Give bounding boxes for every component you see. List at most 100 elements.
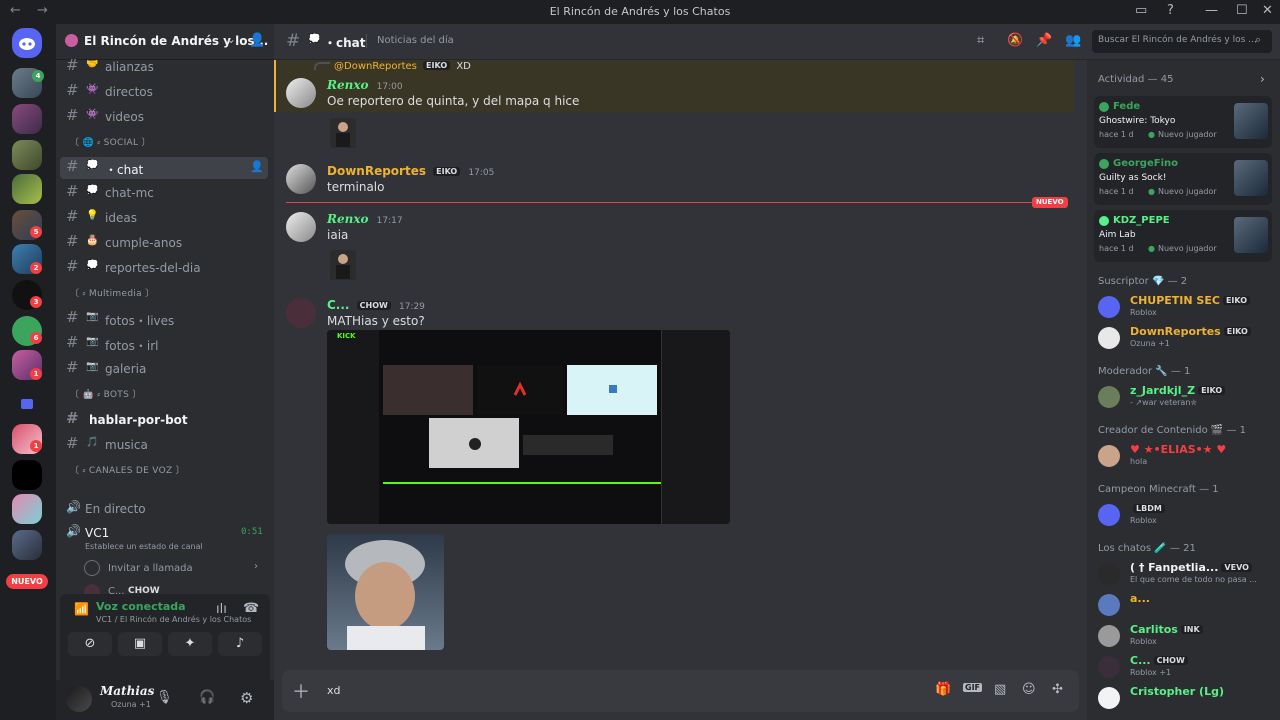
voice-channel-en-directo[interactable]: 🔊 En directo [66, 500, 266, 520]
activities-button[interactable]: ✦ [168, 632, 212, 656]
noise-suppression-icon[interactable]: ılı [216, 602, 227, 617]
member-item[interactable]: Cristopher (Lg) [1098, 683, 1276, 717]
maximize-button[interactable]: ☐ [1236, 3, 1248, 18]
member-item[interactable]: DownReportes EIKO Ozuna +1 [1098, 323, 1276, 357]
help-icon[interactable]: ? [1167, 3, 1174, 18]
activity-card[interactable]: GeorgeFino Guilty as Sock! hace 1 d ● Nuevo … [1094, 153, 1272, 205]
chevron-right-icon[interactable]: › [1260, 72, 1265, 86]
disconnect-icon[interactable]: ☎ [243, 601, 259, 616]
minimize-button[interactable]: — [1205, 3, 1218, 18]
member-list-icon[interactable]: 👥 [1065, 33, 1081, 48]
pin-icon[interactable]: 📌 [1036, 33, 1052, 48]
member-item[interactable]: CHUPETIN SEC EIKO Roblox [1098, 292, 1276, 326]
server-icon[interactable] [12, 460, 42, 490]
reply-preview[interactable]: @DownReportes EIKO XD [334, 61, 471, 72]
member-item[interactable]: a... [1098, 590, 1276, 624]
soundboard-button[interactable]: ♪ [218, 632, 262, 656]
apps-icon[interactable]: ✣ [1052, 682, 1063, 697]
server-icon[interactable] [12, 494, 42, 524]
folder-icon[interactable] [12, 390, 42, 420]
member-item[interactable]: Carlitos INK Roblox [1098, 621, 1276, 655]
server-header[interactable]: El Rincón de Andrés y los... ⌄ 👤 [56, 24, 274, 60]
channel-topic[interactable]: Noticias del día [377, 35, 454, 46]
channel-item[interactable]: # 💭 ・chat 👤 [60, 157, 268, 179]
channel-item[interactable]: # 🤝 alianzas [60, 56, 268, 78]
server-icon[interactable] [12, 104, 42, 134]
channel-item[interactable]: # 💡 ideas [60, 207, 268, 229]
message-input-value: xd [327, 684, 341, 697]
member-item[interactable]: C... CHOW Roblox +1 [1098, 652, 1276, 686]
gif-icon[interactable]: GIF [963, 683, 983, 692]
channel-category[interactable]: 〔 🤖 ⸗ BOTS 〕 [70, 387, 142, 400]
screen-share-button[interactable]: ▣ [118, 632, 162, 656]
channel-category[interactable]: 〔 ⸗ CANALES DE VOZ 〕 [70, 463, 185, 476]
sticker-icon[interactable]: ▧ [994, 682, 1006, 697]
clan-tag: EIKO [1198, 386, 1226, 395]
gear-icon[interactable]: ⚙ [240, 689, 253, 707]
channel-item[interactable]: # hablar-por-bot [60, 409, 268, 431]
activity-card[interactable]: Fede Ghostwire: Tokyo hace 1 d ● Nuevo jugad… [1094, 96, 1272, 148]
activity-tag: Nuevo jugador [1158, 187, 1217, 196]
avatar[interactable] [286, 164, 316, 194]
member-status: El que come de todo no pasa ... [1130, 575, 1257, 584]
search-input[interactable]: Buscar El Rincón de Andrés y los ... ⌕ [1092, 30, 1272, 53]
avatar[interactable] [286, 78, 316, 108]
channel-item[interactable]: # 🎵 musica [60, 434, 268, 456]
avatar[interactable] [286, 298, 316, 328]
new-unread-pill[interactable]: NUEVO [6, 574, 48, 589]
gift-icon[interactable]: 🎁 [935, 682, 951, 697]
channel-category[interactable]: 〔 🌐 ⸗ SOCIAL 〕 [70, 135, 151, 148]
discord-home-icon[interactable] [12, 28, 42, 58]
member-item[interactable]: ♥ ★•ELIAS•★ ♥ hola [1098, 441, 1276, 475]
message-author[interactable]: Renxo [327, 78, 369, 92]
voice-location[interactable]: VC1 / El Rincón de Andrés y los Chatos [96, 615, 251, 624]
channel-emoji: 💭 [86, 185, 99, 196]
channel-item[interactable]: # 👾 videos [60, 106, 268, 128]
close-button[interactable]: ✕ [1262, 3, 1273, 18]
message-author[interactable]: DownReportes [327, 164, 426, 178]
message-input[interactable]: ＋ xd 🎁 GIF ▧ ☺ ✣ [282, 670, 1079, 712]
sticker-image[interactable] [330, 118, 356, 148]
camera-off-button[interactable]: ⊘ [68, 632, 112, 656]
avatar[interactable] [66, 686, 92, 712]
message-author[interactable]: Renxo [327, 212, 369, 226]
message-author[interactable]: C... [327, 298, 349, 312]
channel-item[interactable]: # 🎂 cumple-anos [60, 232, 268, 254]
server-icon[interactable] [12, 140, 42, 170]
activity-card[interactable]: KDZ_PEPE Aim Lab hace 1 d ● Nuevo jugador [1094, 210, 1272, 262]
invite-to-call[interactable]: Invitar a llamada › [84, 560, 264, 578]
member-item[interactable]: LBDM Roblox [1098, 500, 1276, 534]
add-attachment-icon[interactable]: ＋ [292, 678, 310, 704]
notification-bell-icon[interactable]: 🔕 [1007, 33, 1023, 48]
channel-item[interactable]: # 💭 reportes-del-dia [60, 257, 268, 279]
image-attachment[interactable]: KICK [327, 330, 730, 524]
channel-item[interactable]: # 📷 galeria [60, 358, 268, 380]
avatar[interactable] [286, 212, 316, 242]
member-name: a... [1130, 592, 1150, 605]
server-icon[interactable] [12, 530, 42, 560]
channel-category[interactable]: 〔 ⸗ Multimedia 〕 [70, 286, 154, 299]
headphones-icon[interactable]: 🎧 [199, 690, 215, 705]
add-member-icon[interactable]: 👤 [249, 33, 265, 48]
hash-icon: # [66, 207, 79, 225]
voice-status[interactable]: Voz conectada [96, 600, 186, 613]
member-item[interactable]: ( † Fanpetlia... VEVO El que come de todo … [1098, 559, 1276, 593]
threads-icon[interactable]: ⌗ [977, 33, 984, 48]
emoji-icon[interactable]: ☺ [1022, 682, 1036, 697]
channel-item[interactable]: # 👾 directos [60, 81, 268, 103]
channel-status-prompt[interactable]: Establece un estado de canal [85, 542, 203, 551]
voice-channel-vc1[interactable]: 🔊 VC1 0:51 Establece un estado de canal [66, 524, 266, 558]
channel-item[interactable]: # 📷 fotos・lives [60, 308, 268, 330]
member-item[interactable]: z_Jardkjl_Z EIKO - ↗war veteran✮ [1098, 382, 1276, 416]
inbox-icon[interactable]: ▭ [1135, 3, 1147, 18]
hash-icon: # [66, 56, 79, 74]
channel-item[interactable]: # 💭 chat-mc [60, 182, 268, 204]
photo-attachment[interactable] [327, 534, 444, 650]
sticker-image[interactable] [330, 250, 356, 280]
hash-icon: # [286, 31, 301, 51]
microphone-icon[interactable]: 🎙 [156, 690, 173, 705]
invite-icon[interactable]: 👤 [250, 160, 264, 173]
channel-label: reportes-del-dia [105, 261, 201, 275]
server-icon[interactable] [12, 174, 42, 204]
channel-item[interactable]: # 📷 fotos・irl [60, 333, 268, 355]
